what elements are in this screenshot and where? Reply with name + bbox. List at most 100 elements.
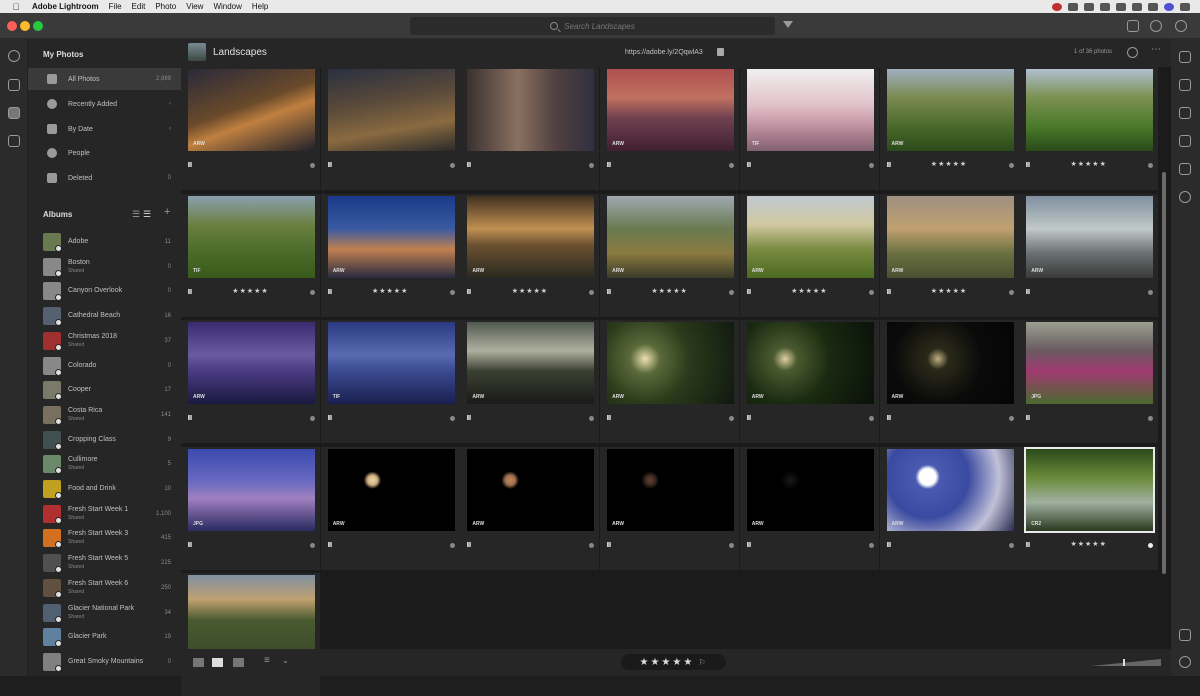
chevron-down-icon[interactable]: ⌄ bbox=[282, 656, 289, 665]
close-window-button[interactable] bbox=[7, 21, 17, 31]
photo-thumbnail[interactable]: ARW bbox=[746, 322, 874, 404]
rating-filter[interactable]: ★★★★★ ⚐ bbox=[621, 654, 726, 670]
album-item[interactable]: Food and Drink 10 bbox=[28, 477, 181, 501]
people-icon[interactable] bbox=[8, 135, 20, 147]
sort-icon[interactable]: ≡ bbox=[264, 655, 270, 666]
menu-help[interactable]: Help bbox=[252, 2, 268, 11]
app-menu[interactable]: Adobe Lightroom bbox=[32, 2, 99, 11]
flag-icon[interactable] bbox=[746, 541, 751, 547]
photo-thumbnail[interactable]: ARW bbox=[746, 448, 874, 531]
photo-thumbnail[interactable] bbox=[188, 575, 315, 657]
photo-grid-view-icon[interactable] bbox=[212, 658, 223, 667]
photo-thumbnail[interactable]: TIF bbox=[188, 195, 315, 278]
add-photos-icon[interactable] bbox=[8, 50, 20, 62]
photo-cell[interactable]: ARW bbox=[879, 320, 1019, 443]
apple-icon[interactable]:  bbox=[10, 2, 22, 12]
photo-thumbnail[interactable] bbox=[1026, 69, 1154, 151]
photo-thumbnail[interactable]: ARW bbox=[607, 69, 735, 151]
photo-cell[interactable]: ARW bbox=[600, 446, 740, 570]
brush-icon[interactable] bbox=[1179, 135, 1191, 147]
flag-icon[interactable] bbox=[467, 415, 472, 420]
edit-sliders-icon[interactable] bbox=[1179, 51, 1191, 63]
filter-icon[interactable] bbox=[783, 21, 793, 28]
flag-icon[interactable] bbox=[607, 415, 612, 420]
status-icon[interactable] bbox=[1084, 2, 1094, 11]
detail-view-icon[interactable] bbox=[233, 658, 244, 667]
photo-cell[interactable]: ARW bbox=[460, 446, 600, 570]
album-item[interactable]: Cropping Class 9 bbox=[28, 428, 181, 452]
album-item[interactable]: Cooper 17 bbox=[28, 378, 181, 402]
star-rating[interactable]: ★★★★★ bbox=[321, 287, 460, 295]
photo-thumbnail[interactable]: ARW bbox=[467, 448, 595, 531]
flag-icon[interactable] bbox=[607, 541, 612, 547]
flag-icon[interactable] bbox=[1026, 415, 1031, 420]
star-rating[interactable]: ★★★★★ bbox=[880, 160, 1019, 168]
menu-photo[interactable]: Photo bbox=[155, 2, 176, 11]
minimize-window-button[interactable] bbox=[20, 21, 30, 31]
radial-gradient-icon[interactable] bbox=[1179, 191, 1191, 203]
list-view-icon[interactable]: ☰ bbox=[132, 209, 140, 220]
status-icon[interactable] bbox=[1068, 2, 1078, 11]
siri-icon[interactable] bbox=[1164, 2, 1174, 11]
album-item[interactable]: Glacier National Park Shared 34 bbox=[28, 601, 181, 625]
photo-cell[interactable] bbox=[460, 67, 600, 190]
flag-icon[interactable] bbox=[188, 162, 192, 167]
photo-cell[interactable]: CR2 ★★★★★ bbox=[1019, 446, 1159, 570]
status-icon[interactable] bbox=[1100, 2, 1110, 11]
flag-filter-icon[interactable]: ⚐ bbox=[698, 658, 707, 667]
thumbnail-size-slider[interactable] bbox=[1091, 659, 1161, 666]
flag-icon[interactable] bbox=[886, 541, 891, 547]
photo-cell[interactable]: ARW bbox=[739, 320, 879, 443]
photo-thumbnail[interactable]: ARW bbox=[188, 69, 315, 151]
menu-window[interactable]: Window bbox=[213, 2, 241, 11]
photo-thumbnail[interactable]: ARW bbox=[746, 195, 874, 278]
flag-icon[interactable] bbox=[327, 162, 332, 167]
photo-cell[interactable] bbox=[181, 573, 320, 696]
sidebar-item-by-date[interactable]: By Date ‹ bbox=[28, 118, 181, 140]
photo-thumbnail[interactable]: ARW bbox=[327, 448, 455, 531]
menu-file[interactable]: File bbox=[109, 2, 122, 11]
photo-cell[interactable]: JPG bbox=[1019, 320, 1159, 443]
photo-thumbnail[interactable]: TIF bbox=[746, 69, 874, 151]
status-icon[interactable] bbox=[1116, 2, 1126, 11]
album-item[interactable]: Colorado 0 bbox=[28, 354, 181, 378]
photo-cell[interactable]: ARW bbox=[739, 446, 879, 570]
photo-thumbnail[interactable]: ARW bbox=[467, 195, 595, 278]
sidebar-item-deleted[interactable]: Deleted 0 bbox=[28, 167, 181, 189]
share-link[interactable]: https://adobe.ly/2QqwlA3 bbox=[625, 49, 703, 56]
photo-cell[interactable]: TIF ★★★★★ bbox=[181, 193, 320, 317]
info-icon[interactable] bbox=[1179, 656, 1191, 668]
share-icon[interactable] bbox=[1127, 20, 1139, 32]
photo-thumbnail[interactable]: ARW bbox=[607, 448, 735, 531]
album-item[interactable]: Fresh Start Week 5 Shared 225 bbox=[28, 551, 181, 575]
sidebar-item-recently-added[interactable]: Recently Added ‹ bbox=[28, 93, 181, 115]
flag-icon[interactable] bbox=[467, 541, 472, 547]
photo-cell[interactable]: ARW ★★★★★ bbox=[739, 193, 879, 317]
star-rating[interactable]: ★★★★★ bbox=[740, 287, 879, 295]
photo-thumbnail[interactable]: ARW bbox=[886, 322, 1014, 404]
square-grid-view-icon[interactable] bbox=[193, 658, 204, 667]
star-rating[interactable]: ★★★★★ bbox=[181, 287, 320, 295]
chevron-left-icon[interactable]: ‹ bbox=[169, 101, 171, 107]
sidebar-item-all-photos[interactable]: All Photos 2,989 bbox=[28, 68, 181, 90]
photo-cell[interactable]: JPG bbox=[181, 446, 320, 570]
photo-cell[interactable]: ARW bbox=[181, 320, 320, 443]
photo-cell[interactable]: ARW bbox=[460, 320, 600, 443]
album-item[interactable]: Great Smoky Mountains 0 bbox=[28, 650, 181, 674]
photo-thumbnail[interactable]: ARW bbox=[467, 322, 595, 404]
healing-brush-icon[interactable] bbox=[1179, 107, 1191, 119]
menu-view[interactable]: View bbox=[186, 2, 203, 11]
star-rating[interactable]: ★★★★★ bbox=[600, 287, 739, 295]
photo-thumbnail[interactable]: ARW bbox=[886, 448, 1014, 531]
copy-link-icon[interactable] bbox=[717, 48, 724, 56]
album-item[interactable]: Cullimore Shared 5 bbox=[28, 452, 181, 476]
photo-thumbnail[interactable]: JPG bbox=[1026, 322, 1154, 404]
cloud-sync-icon[interactable] bbox=[1175, 20, 1187, 32]
wifi-icon[interactable] bbox=[1132, 2, 1142, 11]
photo-cell[interactable]: ARW bbox=[600, 67, 740, 190]
photo-cell[interactable]: ARW bbox=[320, 446, 460, 570]
photo-thumbnail[interactable]: TIF bbox=[327, 322, 455, 404]
album-item[interactable]: Glacier Park 19 bbox=[28, 625, 181, 649]
home-icon[interactable] bbox=[8, 79, 20, 91]
photo-cell[interactable]: ARW bbox=[600, 320, 740, 443]
